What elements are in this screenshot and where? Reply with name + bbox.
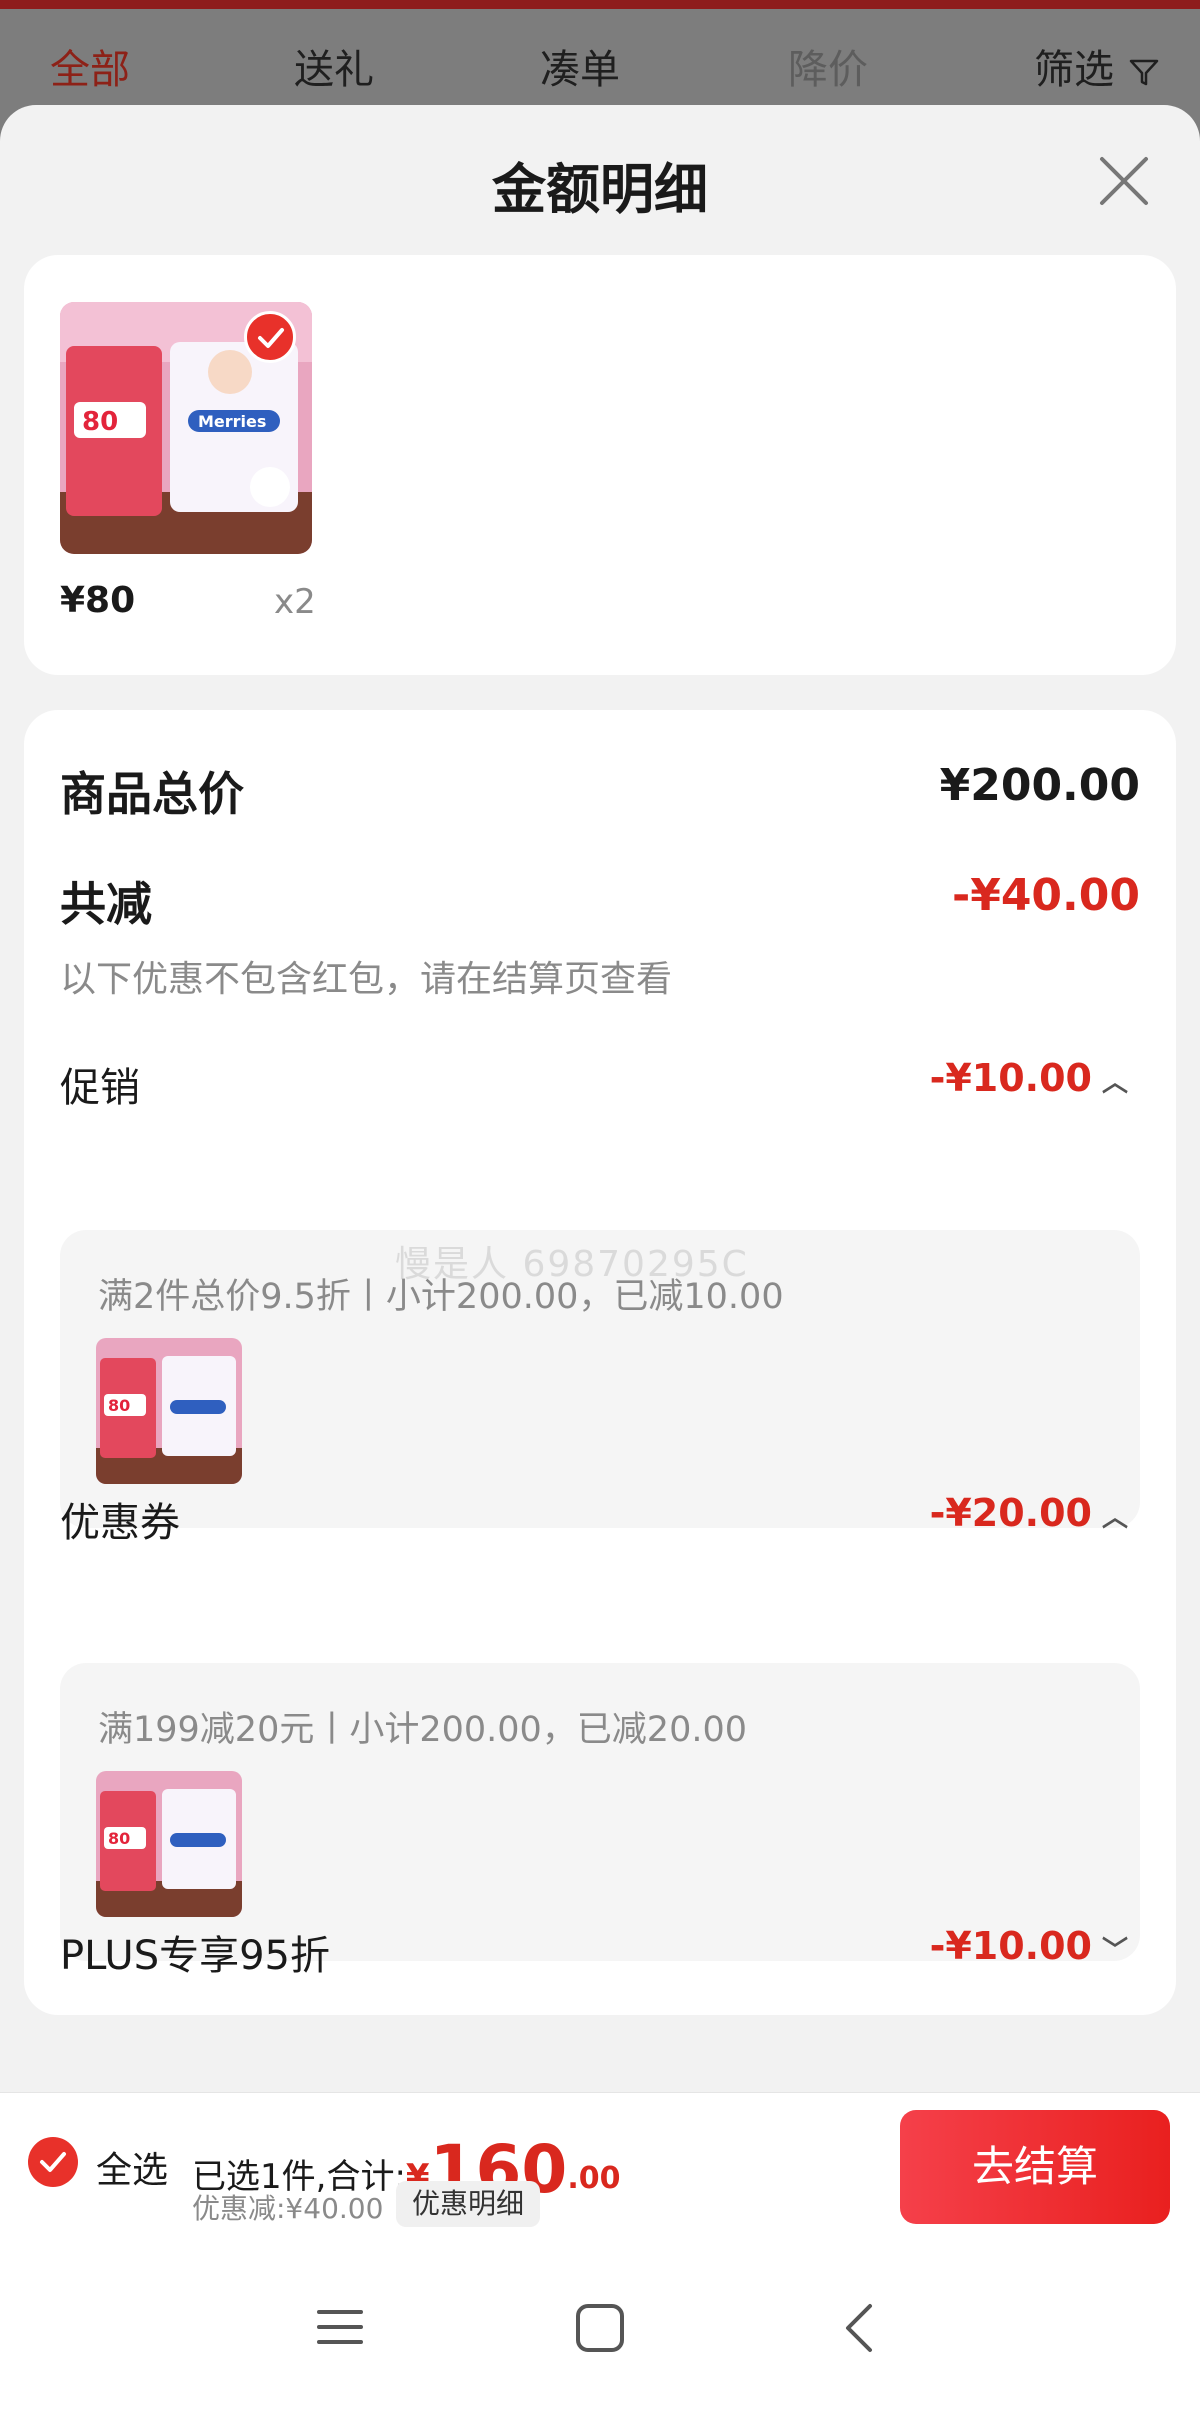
coupon-detail-text: 满199减20元丨小计200.00，已减20.00 bbox=[98, 1710, 748, 1750]
coupon-label: 优惠券 bbox=[60, 1500, 180, 1546]
tab-all[interactable]: 全部 bbox=[50, 37, 130, 95]
svg-text:80: 80 bbox=[108, 1829, 130, 1848]
discount-amount: 优惠减:¥40.00 bbox=[192, 2192, 384, 2225]
product-selected-check-icon[interactable] bbox=[244, 311, 296, 363]
chevron-down-icon: ﹀ bbox=[1101, 1936, 1128, 1966]
menu-icon[interactable] bbox=[315, 2302, 365, 2352]
chevron-up-icon: ︿ bbox=[1101, 1503, 1128, 1533]
system-nav-bar bbox=[0, 2240, 1200, 2416]
total-value: ¥200.00 bbox=[939, 760, 1140, 811]
product-quantity: x2 bbox=[274, 582, 316, 622]
total-label: 商品总价 bbox=[60, 767, 244, 821]
reduce-label: 共减 bbox=[60, 877, 152, 931]
plus-discount-toggle[interactable]: -¥10.00 ﹀ bbox=[930, 1924, 1128, 1968]
coupon-detail-panel: 满199减20元丨小计200.00，已减20.00 80 bbox=[60, 1663, 1140, 1961]
promotion-value: -¥10.00 bbox=[929, 1056, 1092, 1100]
plus-discount-value: -¥10.00 bbox=[929, 1924, 1092, 1968]
checkout-button[interactable]: 去结算 bbox=[900, 2110, 1170, 2224]
plus-discount-label: PLUS专享95折 bbox=[60, 1933, 330, 1979]
back-icon[interactable] bbox=[840, 2302, 880, 2354]
promotion-toggle[interactable]: -¥10.00 ︿ bbox=[930, 1056, 1128, 1100]
close-icon[interactable] bbox=[1096, 153, 1152, 209]
amount-detail-sheet: 金额明细 80 Merries ¥80 x2 商品总价 ¥200.00 共减 -… bbox=[0, 105, 1200, 2105]
tab-price-drop[interactable]: 降价 bbox=[788, 37, 868, 95]
select-all-check-icon[interactable] bbox=[28, 2137, 78, 2187]
coupon-value: -¥20.00 bbox=[929, 1491, 1092, 1535]
promotion-label: 促销 bbox=[60, 1065, 140, 1111]
coupon-toggle[interactable]: -¥20.00 ︿ bbox=[930, 1491, 1128, 1535]
sheet-title: 金额明细 bbox=[492, 158, 708, 221]
select-all-label[interactable]: 全选 bbox=[96, 2141, 168, 2193]
chevron-up-icon: ︿ bbox=[1101, 1068, 1128, 1098]
price-breakdown-card: 商品总价 ¥200.00 共减 -¥40.00 以下优惠不包含红包，请在结算页查… bbox=[24, 710, 1176, 2015]
filter-icon bbox=[1129, 59, 1159, 86]
home-icon[interactable] bbox=[574, 2302, 626, 2354]
total-amount-decimal: .00 bbox=[567, 2161, 621, 2196]
svg-text:80: 80 bbox=[82, 407, 118, 437]
product-card: 80 Merries ¥80 x2 bbox=[24, 255, 1176, 675]
coupon-product-thumb: 80 bbox=[96, 1771, 242, 1917]
tab-bundle[interactable]: 凑单 bbox=[540, 37, 620, 95]
tab-filter-label: 筛选 bbox=[1034, 47, 1114, 93]
tab-gift[interactable]: 送礼 bbox=[294, 37, 374, 95]
red-packet-note: 以下优惠不包含红包，请在结算页查看 bbox=[60, 959, 673, 1000]
product-price: ¥80 bbox=[60, 580, 136, 621]
checkout-bar: 全选 已选1件,合计:¥160.00 优惠减:¥40.00 优惠明细 去结算 bbox=[0, 2092, 1200, 2240]
status-strip bbox=[0, 0, 1200, 9]
svg-text:Merries: Merries bbox=[198, 412, 266, 431]
watermark: 慢是人 69870295C bbox=[395, 1244, 749, 1285]
svg-text:80: 80 bbox=[108, 1396, 130, 1415]
reduce-value: -¥40.00 bbox=[951, 870, 1140, 921]
discount-detail-button[interactable]: 优惠明细 bbox=[396, 2181, 541, 2227]
tab-filter[interactable]: 筛选 bbox=[1034, 37, 1160, 95]
promotion-product-thumb: 80 bbox=[96, 1338, 242, 1484]
